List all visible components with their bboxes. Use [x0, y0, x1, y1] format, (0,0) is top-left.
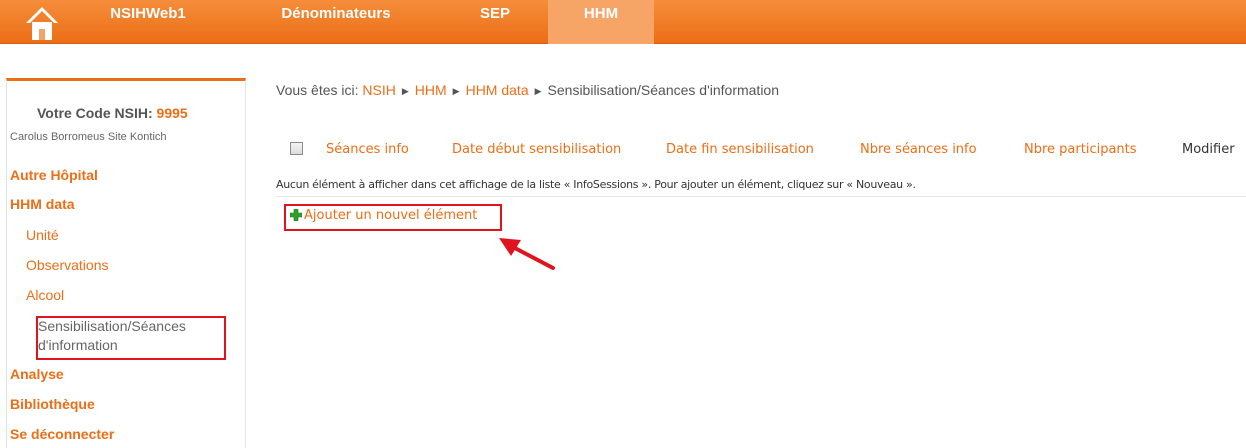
column-date-fin[interactable]: Date fin sensibilisation — [666, 142, 814, 157]
nsih-code-label: Votre Code NSIH: — [37, 105, 153, 121]
breadcrumb-prefix: Vous êtes ici: — [276, 82, 359, 98]
nsih-code-value: 9995 — [156, 105, 188, 121]
column-nbre-participants[interactable]: Nbre participants — [1024, 142, 1137, 157]
nav-hhm[interactable]: HHM — [548, 0, 654, 44]
top-nav-bar: NSIHWeb1 Dénominateurs SEP HHM — [0, 0, 1246, 44]
breadcrumb-nsih[interactable]: NSIH — [362, 82, 395, 98]
sidebar-item-bibliotheque[interactable]: Bibliothèque — [10, 396, 95, 412]
breadcrumb-separator-icon: ▶ — [452, 86, 460, 96]
highlight-annotation-sidebar — [36, 316, 226, 360]
empty-list-message: Aucun élément à afficher dans cet affich… — [276, 178, 916, 191]
site-name: Carolus Borromeus Site Kontich — [10, 131, 167, 143]
breadcrumb: Vous êtes ici: NSIH ▶ HHM ▶ HHM data ▶ Sensibi… — [276, 82, 779, 98]
home-icon[interactable] — [22, 2, 62, 44]
list-header: Séances info Date début sensibilisation … — [276, 140, 1246, 160]
sidebar: Votre Code NSIH: 9995 Carolus Borromeus … — [6, 78, 246, 448]
breadcrumb-hhm[interactable]: HHM — [415, 82, 447, 98]
breadcrumb-current: Sensibilisation/Séances d'information — [547, 82, 780, 98]
sidebar-item-se-deconnecter[interactable]: Se déconnecter — [10, 426, 114, 442]
nav-nsihweb1[interactable]: NSIHWeb1 — [100, 0, 196, 44]
sidebar-item-autre-hopital[interactable]: Autre Hôpital — [10, 167, 98, 183]
red-arrow-annotation-icon — [499, 238, 555, 270]
nav-sep[interactable]: SEP — [470, 0, 520, 44]
sidebar-item-observations[interactable]: Observations — [26, 257, 108, 273]
sidebar-item-alcool[interactable]: Alcool — [26, 287, 64, 303]
list-divider — [276, 196, 1246, 197]
breadcrumb-hhm-data[interactable]: HHM data — [466, 82, 529, 98]
column-nbre-seances[interactable]: Nbre séances info — [860, 142, 977, 157]
breadcrumb-separator-icon: ▶ — [401, 86, 409, 96]
breadcrumb-separator-icon: ▶ — [534, 86, 542, 96]
nav-denominateurs[interactable]: Dénominateurs — [266, 0, 406, 44]
column-modifier: Modifier — [1182, 142, 1235, 157]
column-date-debut[interactable]: Date début sensibilisation — [452, 142, 621, 157]
select-all-checkbox[interactable] — [290, 142, 303, 155]
highlight-annotation-add — [284, 204, 502, 231]
column-seances-info[interactable]: Séances info — [326, 142, 409, 157]
sidebar-item-unite[interactable]: Unité — [26, 227, 59, 243]
sidebar-item-analyse[interactable]: Analyse — [10, 366, 64, 382]
nsih-code: Votre Code NSIH: 9995 — [37, 105, 188, 121]
sidebar-item-hhm-data[interactable]: HHM data — [10, 196, 75, 212]
